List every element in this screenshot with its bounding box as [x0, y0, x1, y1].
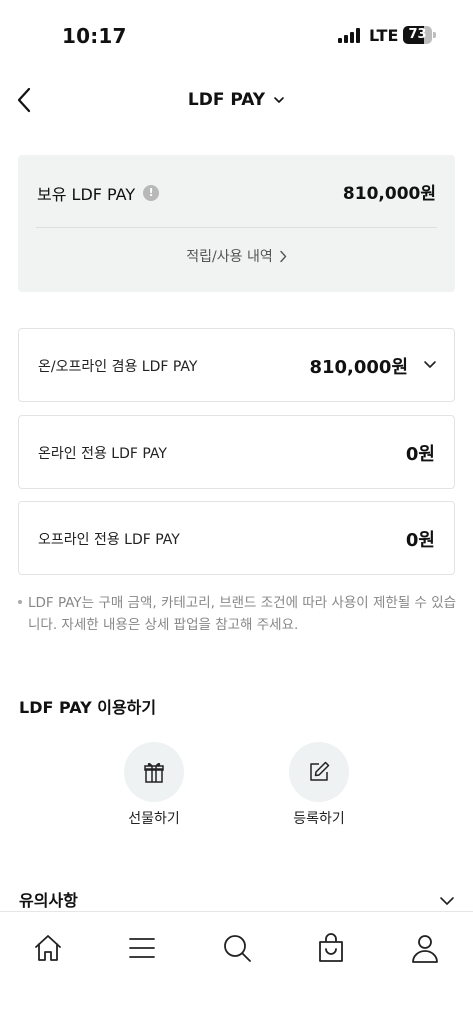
- balance-row-combined[interactable]: 온/오프라인 겸용 LDF PAY 810,000원: [18, 328, 455, 402]
- balance-row-label: 온/오프라인 겸용 LDF PAY: [38, 359, 198, 375]
- tab-my-page[interactable]: [405, 928, 445, 968]
- title-dropdown[interactable]: LDF PAY: [150, 86, 323, 114]
- user-icon: [412, 935, 438, 963]
- gift-button[interactable]: 선물하기: [104, 742, 204, 828]
- chevron-down-icon[interactable]: [439, 895, 455, 907]
- balance-row-amount: 0원: [405, 530, 435, 551]
- balance-summary-card: 보유 LDF PAY ! 810,000원 적립/사용 내역: [18, 155, 455, 292]
- chevron-down-icon[interactable]: [422, 359, 438, 371]
- search-icon: [224, 935, 251, 962]
- edit-icon: [310, 761, 330, 781]
- menu-icon: [129, 938, 155, 958]
- bullet-icon: [18, 600, 22, 604]
- network-label: LTE: [369, 26, 399, 45]
- summary-amount: 810,000원: [342, 184, 436, 204]
- tab-menu[interactable]: [122, 928, 162, 968]
- info-icon[interactable]: !: [143, 185, 160, 201]
- summary-label: 보유 LDF PAY: [37, 185, 136, 204]
- tab-search[interactable]: [217, 928, 257, 968]
- status-time: 10:17: [62, 24, 127, 48]
- tab-shopping-bag[interactable]: [311, 928, 351, 968]
- notice-text: LDF PAY는 구매 금액, 카테고리, 브랜드 조건에 따라 사용이 제한될…: [28, 595, 457, 633]
- summary-label-group: 보유 LDF PAY !: [37, 181, 160, 205]
- balance-row-offline: 오프라인 전용 LDF PAY 0원: [18, 501, 455, 575]
- battery-icon: 73: [403, 26, 436, 44]
- back-button[interactable]: [10, 84, 42, 116]
- status-bar: 10:17 LTE 73: [0, 0, 473, 72]
- history-link-label: 적립/사용 내역: [186, 249, 273, 265]
- gift-label: 선물하기: [128, 811, 180, 827]
- header: LDF PAY: [0, 72, 473, 128]
- shopping-bag-icon: [319, 933, 343, 962]
- divider: [36, 227, 437, 228]
- register-button[interactable]: 등록하기: [269, 742, 369, 828]
- signal-icon: [338, 28, 362, 43]
- chevron-left-icon: [17, 87, 31, 113]
- bottom-tab-bar: [0, 911, 473, 1024]
- register-label: 등록하기: [293, 811, 345, 827]
- balance-row-label: 오프라인 전용 LDF PAY: [38, 532, 180, 548]
- battery-level: 73: [408, 27, 427, 42]
- page-title: LDF PAY: [187, 90, 266, 110]
- chevron-down-icon: [274, 97, 284, 103]
- gift-icon: [144, 763, 164, 783]
- usage-section-title: LDF PAY 이용하기: [19, 698, 157, 717]
- history-link[interactable]: 적립/사용 내역: [18, 246, 455, 266]
- edit-icon-circle: [289, 742, 349, 802]
- tab-home[interactable]: [28, 928, 68, 968]
- balance-row-online: 온라인 전용 LDF PAY 0원: [18, 415, 455, 489]
- gift-icon-circle: [124, 742, 184, 802]
- balance-row-amount: 0원: [405, 444, 435, 465]
- balance-row-amount: 810,000원: [309, 357, 408, 378]
- balance-row-label: 온라인 전용 LDF PAY: [38, 446, 167, 462]
- usage-notice: LDF PAY는 구매 금액, 카테고리, 브랜드 조건에 따라 사용이 제한될…: [18, 592, 458, 636]
- chevron-right-icon: [280, 250, 286, 262]
- caution-title[interactable]: 유의사항: [19, 887, 78, 911]
- home-icon: [35, 935, 61, 961]
